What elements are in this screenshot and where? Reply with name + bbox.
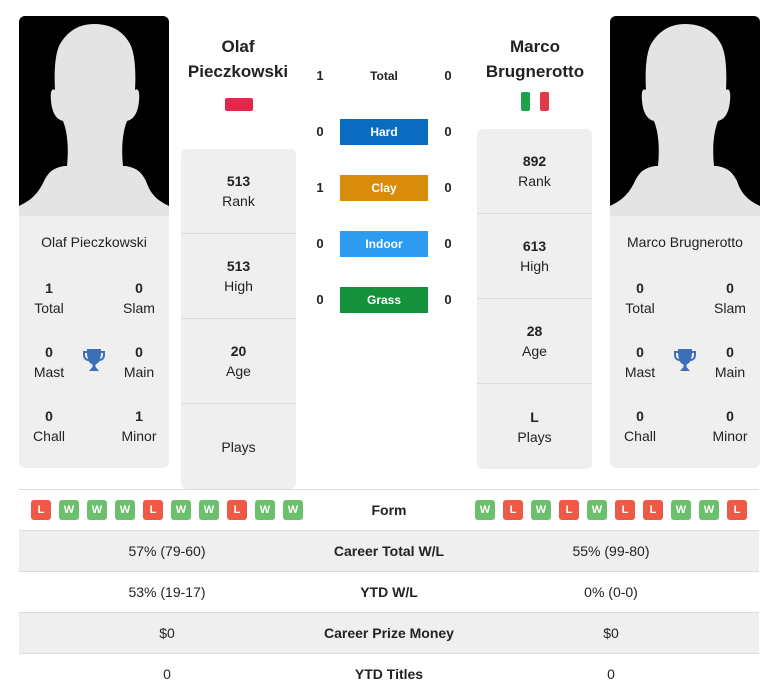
h2h-total-p1: 1 <box>316 68 324 83</box>
player1-plays: Plays <box>221 438 256 455</box>
form-win-badge[interactable]: W <box>671 500 691 520</box>
form-win-badge[interactable]: W <box>115 500 135 520</box>
surface-indoor-badge[interactable]: Indoor <box>340 231 428 257</box>
player1-form: LWWWLWWLWW <box>19 500 315 520</box>
player2-titles-main: 0 Main <box>714 344 746 380</box>
player2-name[interactable]: Marco Brugnerotto <box>465 34 605 84</box>
h2h-hard-p2: 0 <box>444 124 452 139</box>
h2h-indoor-row: 0 Indoor 0 <box>300 231 470 257</box>
player1-name[interactable]: Olaf Pieczkowski <box>168 34 308 84</box>
player1-titles-chall: 0 Chall <box>33 408 65 444</box>
form-row: LWWWLWWLWW Form WLWLWLLWWL <box>19 489 759 530</box>
form-win-badge[interactable]: W <box>255 500 275 520</box>
italy-flag-icon <box>521 92 549 111</box>
player1-rank: 513 Rank <box>181 149 296 234</box>
player2-titles-chall: 0 Chall <box>624 408 656 444</box>
h2h-hard-row: 0 Hard 0 <box>300 119 470 145</box>
h2h-clay-row: 1 Clay 0 <box>300 175 470 201</box>
player1-age: 20 Age <box>181 319 296 404</box>
form-loss-badge[interactable]: L <box>559 500 579 520</box>
surface-hard-badge[interactable]: Hard <box>340 119 428 145</box>
form-loss-badge[interactable]: L <box>31 500 51 520</box>
trophy-icon <box>674 349 696 371</box>
form-win-badge[interactable]: W <box>475 500 495 520</box>
h2h-grass-p1: 0 <box>316 292 324 307</box>
player1-value: 53% (19-17) <box>128 584 206 600</box>
table-row: $0 Career Prize Money $0 <box>19 612 759 653</box>
h2h-total-label: Total <box>370 69 398 83</box>
row-label: YTD Titles <box>354 666 424 682</box>
player1-value: 0 <box>163 666 171 682</box>
player1-stats: 513 Rank 513 High 20 Age Plays <box>181 149 296 489</box>
player2-info-card: Marco Brugnerotto 0 Total 0 Slam 0 Mast 0 Ma… <box>610 216 760 468</box>
form-loss-badge[interactable]: L <box>615 500 635 520</box>
player2-titles-total: 0 Total <box>625 280 655 316</box>
player1-value: 57% (79-60) <box>128 543 206 559</box>
player2-value: 0 <box>607 666 615 682</box>
player2-titles-slam: 0 Slam <box>714 280 746 316</box>
form-loss-badge[interactable]: L <box>503 500 523 520</box>
form-win-badge[interactable]: W <box>59 500 79 520</box>
player1-info-card: Olaf Pieczkowski 1 Total 0 Slam 0 Mast 0 Mai… <box>19 216 169 468</box>
player2-stats: 892 Rank 613 High 28 Age L Plays <box>477 129 592 469</box>
comparison-table: LWWWLWWLWW Form WLWLWLLWWL 57% (79-60) C… <box>19 489 759 694</box>
player2-value: 0% (0-0) <box>584 584 638 600</box>
player2-titles-mast: 0 Mast <box>624 344 656 380</box>
table-row: 0 YTD Titles 0 <box>19 653 759 694</box>
h2h-clay-p1: 1 <box>316 180 324 195</box>
player1-full-name: Olaf Pieczkowski <box>41 234 147 250</box>
h2h-indoor-p1: 0 <box>316 236 324 251</box>
form-win-badge[interactable]: W <box>171 500 191 520</box>
player2-value: $0 <box>603 625 619 641</box>
table-row: 57% (79-60) Career Total W/L 55% (99-80) <box>19 530 759 571</box>
trophy-icon <box>83 349 105 371</box>
form-loss-badge[interactable]: L <box>143 500 163 520</box>
player1-high: 513 High <box>181 234 296 319</box>
silhouette-icon <box>19 24 169 216</box>
form-win-badge[interactable]: W <box>587 500 607 520</box>
form-label: Form <box>371 502 407 518</box>
h2h-grass-row: 0 Grass 0 <box>300 287 470 313</box>
surface-clay-badge[interactable]: Clay <box>340 175 428 201</box>
row-label: YTD W/L <box>360 584 418 600</box>
h2h-clay-p2: 0 <box>444 180 452 195</box>
form-loss-badge[interactable]: L <box>643 500 663 520</box>
h2h-indoor-p2: 0 <box>444 236 452 251</box>
poland-flag-icon <box>225 98 253 111</box>
table-row: 53% (19-17) YTD W/L 0% (0-0) <box>19 571 759 612</box>
row-label: Career Total W/L <box>333 543 445 559</box>
form-win-badge[interactable]: W <box>87 500 107 520</box>
player2-age: 28 Age <box>477 299 592 384</box>
player2-plays: L Plays <box>517 408 552 445</box>
player2-titles-minor: 0 Minor <box>712 408 748 444</box>
surface-grass-badge[interactable]: Grass <box>340 287 428 313</box>
player2-form: WLWLWLLWWL <box>463 500 759 520</box>
form-loss-badge[interactable]: L <box>227 500 247 520</box>
h2h-total-p2: 0 <box>444 68 452 83</box>
h2h-hard-p1: 0 <box>316 124 324 139</box>
player1-value: $0 <box>159 625 175 641</box>
player1-titles-slam: 0 Slam <box>123 280 155 316</box>
player2-high: 613 High <box>477 214 592 299</box>
silhouette-icon <box>610 24 760 216</box>
player2-photo <box>610 16 760 216</box>
player1-titles-mast: 0 Mast <box>33 344 65 380</box>
form-win-badge[interactable]: W <box>199 500 219 520</box>
row-label: Career Prize Money <box>324 625 454 641</box>
player1-titles-main: 0 Main <box>123 344 155 380</box>
form-win-badge[interactable]: W <box>283 500 303 520</box>
h2h-total-row: 1 Total 0 <box>300 63 470 89</box>
player2-rank: 892 Rank <box>477 129 592 214</box>
form-win-badge[interactable]: W <box>531 500 551 520</box>
player1-titles-minor: 1 Minor <box>121 408 157 444</box>
form-win-badge[interactable]: W <box>699 500 719 520</box>
h2h-grass-p2: 0 <box>444 292 452 307</box>
player2-full-name: Marco Brugnerotto <box>627 234 743 250</box>
form-loss-badge[interactable]: L <box>727 500 747 520</box>
player1-titles-total: 1 Total <box>34 280 64 316</box>
player2-value: 55% (99-80) <box>572 543 650 559</box>
player1-photo <box>19 16 169 216</box>
